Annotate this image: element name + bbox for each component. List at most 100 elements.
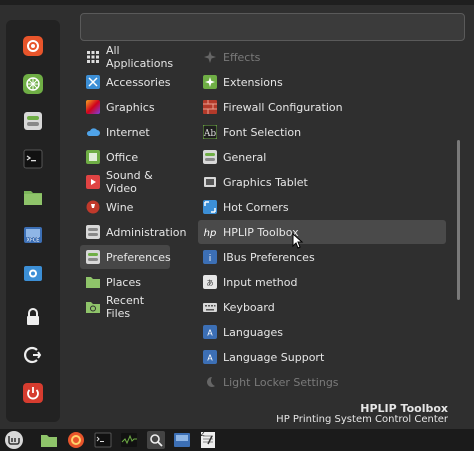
general-icon xyxy=(203,150,217,164)
category-administration[interactable]: Administration xyxy=(80,220,187,244)
category-places[interactable]: Places xyxy=(80,270,170,294)
moon-icon xyxy=(203,375,217,389)
extensions-icon xyxy=(203,75,217,89)
app-ibus-preferences[interactable]: i IBus Preferences xyxy=(198,245,446,269)
app-label: Effects xyxy=(223,50,261,64)
app-effects[interactable]: Effects xyxy=(198,45,446,69)
notes-icon[interactable]: 2 xyxy=(199,429,217,449)
app-languages[interactable]: A Languages xyxy=(198,320,446,344)
taskbar: 2 xyxy=(0,429,474,451)
category-accessories[interactable]: Accessories xyxy=(80,70,170,94)
category-label: Accessories xyxy=(106,75,171,89)
app-label: Hot Corners xyxy=(223,200,289,214)
category-label: Recent Files xyxy=(106,294,145,320)
app-font-selection[interactable]: Ab Font Selection xyxy=(198,120,446,144)
search-input[interactable] xyxy=(80,13,465,41)
xfce-icon[interactable]: XFCE xyxy=(20,222,46,248)
hp-logo-icon: hp xyxy=(203,225,217,239)
svg-text:A: A xyxy=(207,329,213,338)
category-label: Places xyxy=(106,275,141,289)
power-icon[interactable] xyxy=(20,380,46,406)
accessories-icon xyxy=(86,75,100,89)
app-light-locker-settings[interactable]: Light Locker Settings xyxy=(198,370,446,394)
category-label: All Applications xyxy=(105,44,174,70)
input-method-icon: あ xyxy=(203,275,217,289)
description-text: HP Printing System Control Center xyxy=(276,414,448,425)
terminal-icon[interactable] xyxy=(20,146,46,172)
office-icon xyxy=(86,150,100,164)
category-label: Office xyxy=(106,150,139,164)
font-icon: Ab xyxy=(203,125,217,139)
firefox-icon[interactable] xyxy=(20,33,46,59)
app-graphics-tablet[interactable]: Graphics Tablet xyxy=(198,170,446,194)
mint-menu-icon[interactable] xyxy=(3,431,25,449)
app-input-method[interactable]: あ Input method xyxy=(198,270,446,294)
category-graphics[interactable]: Graphics xyxy=(80,95,170,119)
category-office[interactable]: Office xyxy=(80,145,170,169)
logout-icon[interactable] xyxy=(20,342,46,368)
category-label: Administration xyxy=(106,225,187,239)
app-label: Firewall Configuration xyxy=(223,100,343,114)
app-general[interactable]: General xyxy=(198,145,446,169)
svg-text:i: i xyxy=(209,254,212,264)
category-label: Internet xyxy=(106,125,150,139)
category-wine[interactable]: Wine xyxy=(80,195,170,219)
languages-icon: A xyxy=(203,325,217,339)
firewall-icon xyxy=(203,100,217,114)
files-folder-icon[interactable] xyxy=(40,431,58,449)
category-all-applications[interactable]: All Applications xyxy=(80,44,190,70)
app-label: Input method xyxy=(223,275,298,289)
terminal-icon[interactable] xyxy=(94,431,112,449)
administration-icon xyxy=(86,225,100,239)
app-keyboard[interactable]: Keyboard xyxy=(198,295,446,319)
svg-text:あ: あ xyxy=(207,279,214,287)
app-firewall-configuration[interactable]: Firewall Configuration xyxy=(198,95,446,119)
language-support-icon: A xyxy=(203,350,217,364)
notes-badge: 2 xyxy=(200,429,206,438)
app-label: General xyxy=(223,150,267,164)
app-extensions[interactable]: Extensions xyxy=(198,70,446,94)
category-label: Sound & Video xyxy=(106,169,153,195)
effects-icon xyxy=(203,50,217,64)
app-hot-corners[interactable]: Hot Corners xyxy=(198,195,446,219)
app-label: HPLIP Toolbox xyxy=(223,225,299,239)
favorites-sidebar: XFCE xyxy=(6,20,60,422)
app-label: Light Locker Settings xyxy=(223,375,339,389)
screenshot-icon[interactable] xyxy=(20,260,46,286)
category-internet[interactable]: Internet xyxy=(80,120,170,144)
files-folder-icon[interactable] xyxy=(20,184,46,210)
xfce-icon[interactable] xyxy=(173,431,191,449)
app-language-support[interactable]: A Language Support xyxy=(198,345,446,369)
ibus-icon: i xyxy=(203,250,217,264)
preferences-icon xyxy=(86,250,100,264)
recent-folder-icon xyxy=(86,300,100,314)
graphics-icon xyxy=(86,100,100,114)
top-strip xyxy=(0,0,474,5)
keyboard-icon xyxy=(203,300,217,314)
firefox-icon[interactable] xyxy=(67,431,85,449)
software-manager-icon[interactable] xyxy=(20,71,46,97)
svg-text:hp: hp xyxy=(204,228,217,239)
category-recent-files[interactable]: Recent Files xyxy=(80,294,170,320)
grid-icon xyxy=(86,50,100,64)
mouse-cursor-icon xyxy=(292,233,304,249)
svg-text:XFCE: XFCE xyxy=(27,238,40,244)
wine-icon xyxy=(86,200,100,214)
category-preferences[interactable]: Preferences xyxy=(80,245,171,269)
search-icon[interactable] xyxy=(147,431,165,449)
application-menu: XFCE All Applications Accessories Graphi… xyxy=(0,0,474,429)
folder-icon xyxy=(86,275,100,289)
app-label: Language Support xyxy=(223,350,325,364)
tablet-icon xyxy=(203,175,217,189)
category-label: Wine xyxy=(106,200,134,214)
cloud-icon xyxy=(86,125,100,139)
system-settings-icon[interactable] xyxy=(20,108,46,134)
lock-screen-icon[interactable] xyxy=(20,304,46,330)
category-sound-video[interactable]: Sound & Video xyxy=(80,169,170,195)
app-hplip-toolbox[interactable]: hp HPLIP Toolbox xyxy=(198,220,446,244)
system-monitor-icon[interactable] xyxy=(120,431,138,449)
scrollbar[interactable] xyxy=(457,140,460,300)
app-label: Font Selection xyxy=(223,125,302,139)
app-label: Languages xyxy=(223,325,284,339)
app-label: Extensions xyxy=(223,75,283,89)
